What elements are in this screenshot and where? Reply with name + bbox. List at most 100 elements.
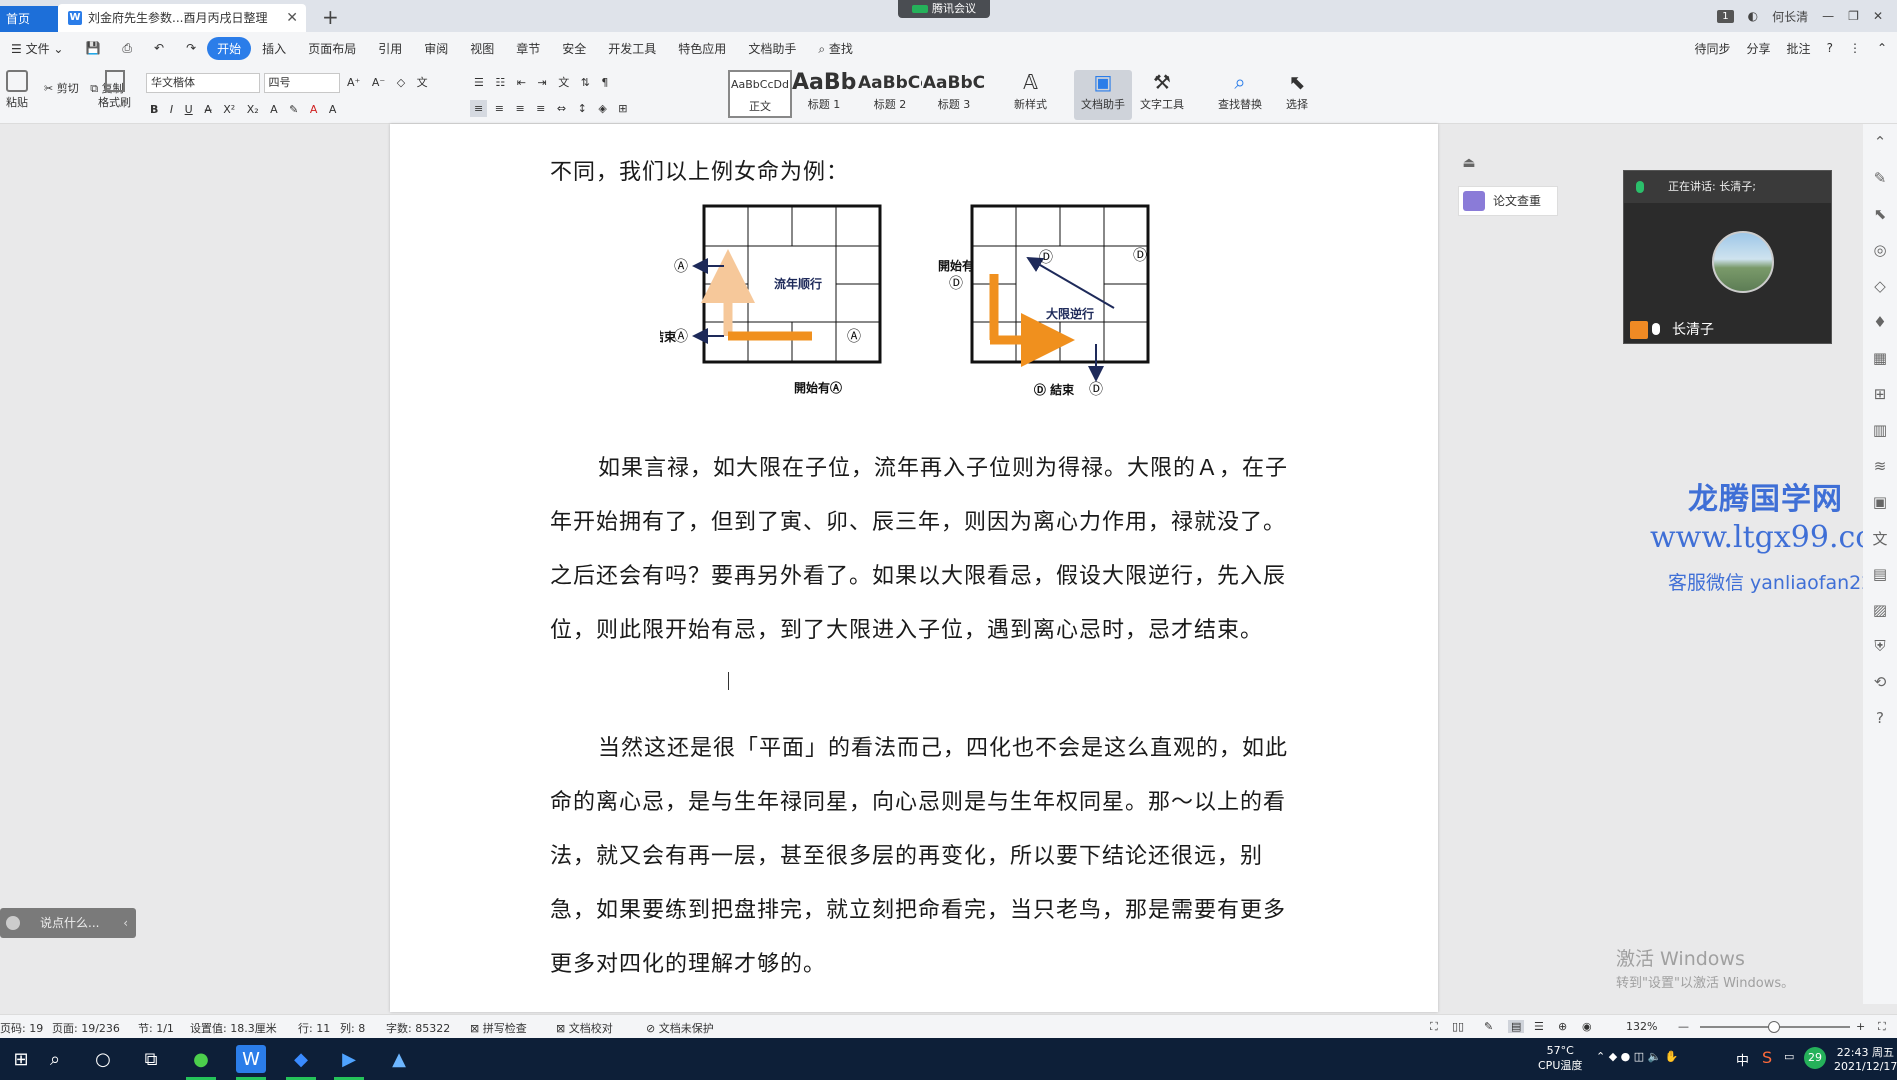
sogou-icon[interactable]: S — [1762, 1048, 1772, 1067]
align-right-icon[interactable]: ≡ — [511, 100, 528, 117]
grow-font-icon[interactable]: A⁺ — [343, 74, 364, 91]
document-page[interactable]: 不同，我们以上例女命为例： 流年顺行 Ⓐ 束 Ⓐ Ⓐ 開始有Ⓐ 大限逆行 開始有… — [390, 124, 1438, 1012]
grid-icon[interactable]: ⊞ — [1863, 376, 1897, 412]
zoom-level[interactable]: 132% — [1626, 1020, 1657, 1033]
tab-document[interactable]: W 刘金府先生参数...酉月丙戌日整理 ✕ — [58, 4, 306, 32]
shield-icon[interactable]: ⛨ — [1863, 628, 1897, 664]
distribute-icon[interactable]: ⇔ — [553, 100, 570, 117]
justify-icon[interactable]: ≡ — [532, 100, 549, 117]
save-icon[interactable]: 💾 — [74, 41, 111, 55]
close-window-icon[interactable]: ✕ — [1873, 9, 1883, 23]
edit-mode-icon[interactable]: ✎ — [1484, 1020, 1493, 1033]
style-heading1[interactable]: AaBb 标题 1 — [792, 70, 856, 118]
borders-icon[interactable]: ⊞ — [614, 100, 631, 117]
help-button[interactable]: ? — [1827, 41, 1833, 55]
align-center-icon[interactable]: ≡ — [491, 100, 508, 117]
chart-icon[interactable]: ▥ — [1863, 412, 1897, 448]
history-icon[interactable]: ⟲ — [1863, 664, 1897, 700]
spell-check-button[interactable]: ⊠ 拼写检查 — [470, 1020, 527, 1036]
increase-indent-icon[interactable]: ⇥ — [533, 74, 550, 91]
clear-format-icon[interactable]: ◇ — [393, 74, 409, 91]
menu-view[interactable]: 视图 — [459, 40, 505, 57]
wps-taskbar-icon[interactable]: W — [236, 1045, 266, 1073]
menu-security[interactable]: 安全 — [551, 40, 597, 57]
menu-reference[interactable]: 引用 — [367, 40, 413, 57]
select-button[interactable]: 选择 — [1282, 94, 1312, 114]
web-view-icon[interactable]: ⊕ — [1558, 1020, 1567, 1033]
translate-icon[interactable]: 文 — [1863, 520, 1897, 556]
ime-indicator[interactable]: 中 — [1736, 1050, 1749, 1069]
collapse-ribbon-icon[interactable]: ⌃ — [1877, 41, 1887, 55]
user-name[interactable]: 何长清 — [1772, 8, 1808, 25]
image-icon[interactable]: ▣ — [1863, 484, 1897, 520]
battery-icon[interactable]: ▭ — [1784, 1050, 1794, 1063]
decrease-indent-icon[interactable]: ⇤ — [513, 74, 530, 91]
font-size-select[interactable]: 四号 — [263, 73, 340, 93]
menu-layout[interactable]: 页面布局 — [297, 40, 367, 57]
highlight-icon[interactable]: ✎ — [285, 101, 302, 118]
line-spacing-icon[interactable]: ↕ — [574, 100, 591, 117]
cut-button[interactable]: ✂ 剪切 — [40, 78, 83, 98]
notification-badge[interactable]: 29 — [1804, 1047, 1826, 1069]
new-style-icon[interactable]: 𝔸 — [1010, 70, 1051, 94]
menu-start[interactable]: 开始 — [207, 36, 252, 60]
doc-assistant-icon[interactable]: ▣ — [1074, 70, 1132, 94]
fullscreen-icon[interactable]: ⛶ — [1430, 1020, 1438, 1034]
photos-taskbar-icon[interactable]: ▲ — [384, 1045, 414, 1073]
select-cursor-icon[interactable]: ⬉ — [1282, 70, 1312, 94]
font-color-icon[interactable]: A — [306, 101, 322, 118]
collapse-icon[interactable]: ⌃ — [1863, 124, 1897, 160]
style-normal[interactable]: AaBbCcDd 正文 — [728, 70, 792, 118]
format-painter-button[interactable]: 格式刷 — [94, 92, 135, 112]
settings-sliders-icon[interactable]: ≋ — [1863, 448, 1897, 484]
strikethrough-icon[interactable]: A̶ — [200, 101, 216, 118]
user-avatar-icon[interactable]: ◐ — [1748, 9, 1758, 23]
chinese-layout-icon[interactable]: 文 — [554, 72, 573, 92]
menu-devtools[interactable]: 开发工具 — [597, 40, 667, 57]
taskbar-search-icon[interactable]: ⌕ — [40, 1045, 70, 1073]
shape-icon[interactable]: ◇ — [1863, 268, 1897, 304]
table-icon[interactable]: ▦ — [1863, 340, 1897, 376]
redo-icon[interactable]: ↷ — [175, 41, 207, 55]
sort-icon[interactable]: ⇅ — [577, 74, 594, 91]
chat-input[interactable]: 说点什么... ‹ — [0, 908, 136, 938]
minimize-icon[interactable]: — — [1822, 9, 1834, 23]
italic-icon[interactable]: I — [166, 101, 177, 118]
bold-icon[interactable]: B — [146, 101, 162, 118]
tab-home[interactable]: 首页 — [0, 6, 58, 32]
char-border-icon[interactable]: A — [325, 101, 341, 118]
comment-button[interactable]: 批注 — [1787, 40, 1811, 57]
number-list-icon[interactable]: ☷ — [491, 74, 509, 91]
doc-assistant-button[interactable]: 文档助手 — [1077, 94, 1129, 114]
undo-icon[interactable]: ↶ — [143, 41, 175, 55]
task-view-icon[interactable]: ⧉ — [136, 1045, 166, 1073]
fit-icon[interactable]: ⛶ — [1878, 1020, 1886, 1034]
text-tools-button[interactable]: 文字工具 — [1136, 94, 1188, 114]
subscript-icon[interactable]: X₂ — [243, 101, 263, 118]
pen-icon[interactable]: ✎ — [1863, 160, 1897, 196]
video-taskbar-icon[interactable]: ▶ — [334, 1045, 364, 1073]
find-replace-button[interactable]: 查找替换 — [1214, 94, 1266, 114]
menu-search[interactable]: ⌕ 查找 — [807, 40, 864, 57]
find-replace-icon[interactable]: ⌕ — [1214, 70, 1266, 94]
menu-insert[interactable]: 插入 — [251, 40, 297, 57]
read-mode-icon[interactable]: ▯▯ — [1452, 1020, 1464, 1033]
meeting-video-panel[interactable]: 正在讲话: 长清子; 长清子 — [1623, 170, 1832, 344]
underline-icon[interactable]: U — [181, 101, 197, 118]
meeting-taskbar-icon[interactable]: ◆ — [286, 1045, 316, 1073]
menu-features[interactable]: 特色应用 — [667, 40, 737, 57]
shading-icon[interactable]: ◈ — [594, 100, 610, 117]
paste-icon[interactable] — [6, 70, 28, 92]
cortana-icon[interactable]: ○ — [88, 1045, 118, 1073]
tray-icons[interactable]: ⌃ ◆ ● ◫ 🔈 ✋ — [1596, 1050, 1679, 1063]
style-heading3[interactable]: AaBbC 标题 3 — [922, 70, 986, 118]
help-circle-icon[interactable]: ? — [1863, 700, 1897, 736]
format-painter-icon[interactable] — [104, 70, 125, 92]
font-name-select[interactable]: 华文楷体 — [146, 73, 260, 93]
menu-file[interactable]: ☰ 文件 ⌄ — [0, 40, 74, 57]
new-tab-button[interactable]: + — [322, 4, 339, 30]
cpu-temp[interactable]: 57°C CPU温度 — [1538, 1044, 1582, 1073]
clock[interactable]: 22:43 周五 2021/12/17 — [1834, 1044, 1897, 1073]
restore-icon[interactable]: ❐ — [1848, 9, 1859, 23]
menu-review[interactable]: 审阅 — [413, 40, 459, 57]
